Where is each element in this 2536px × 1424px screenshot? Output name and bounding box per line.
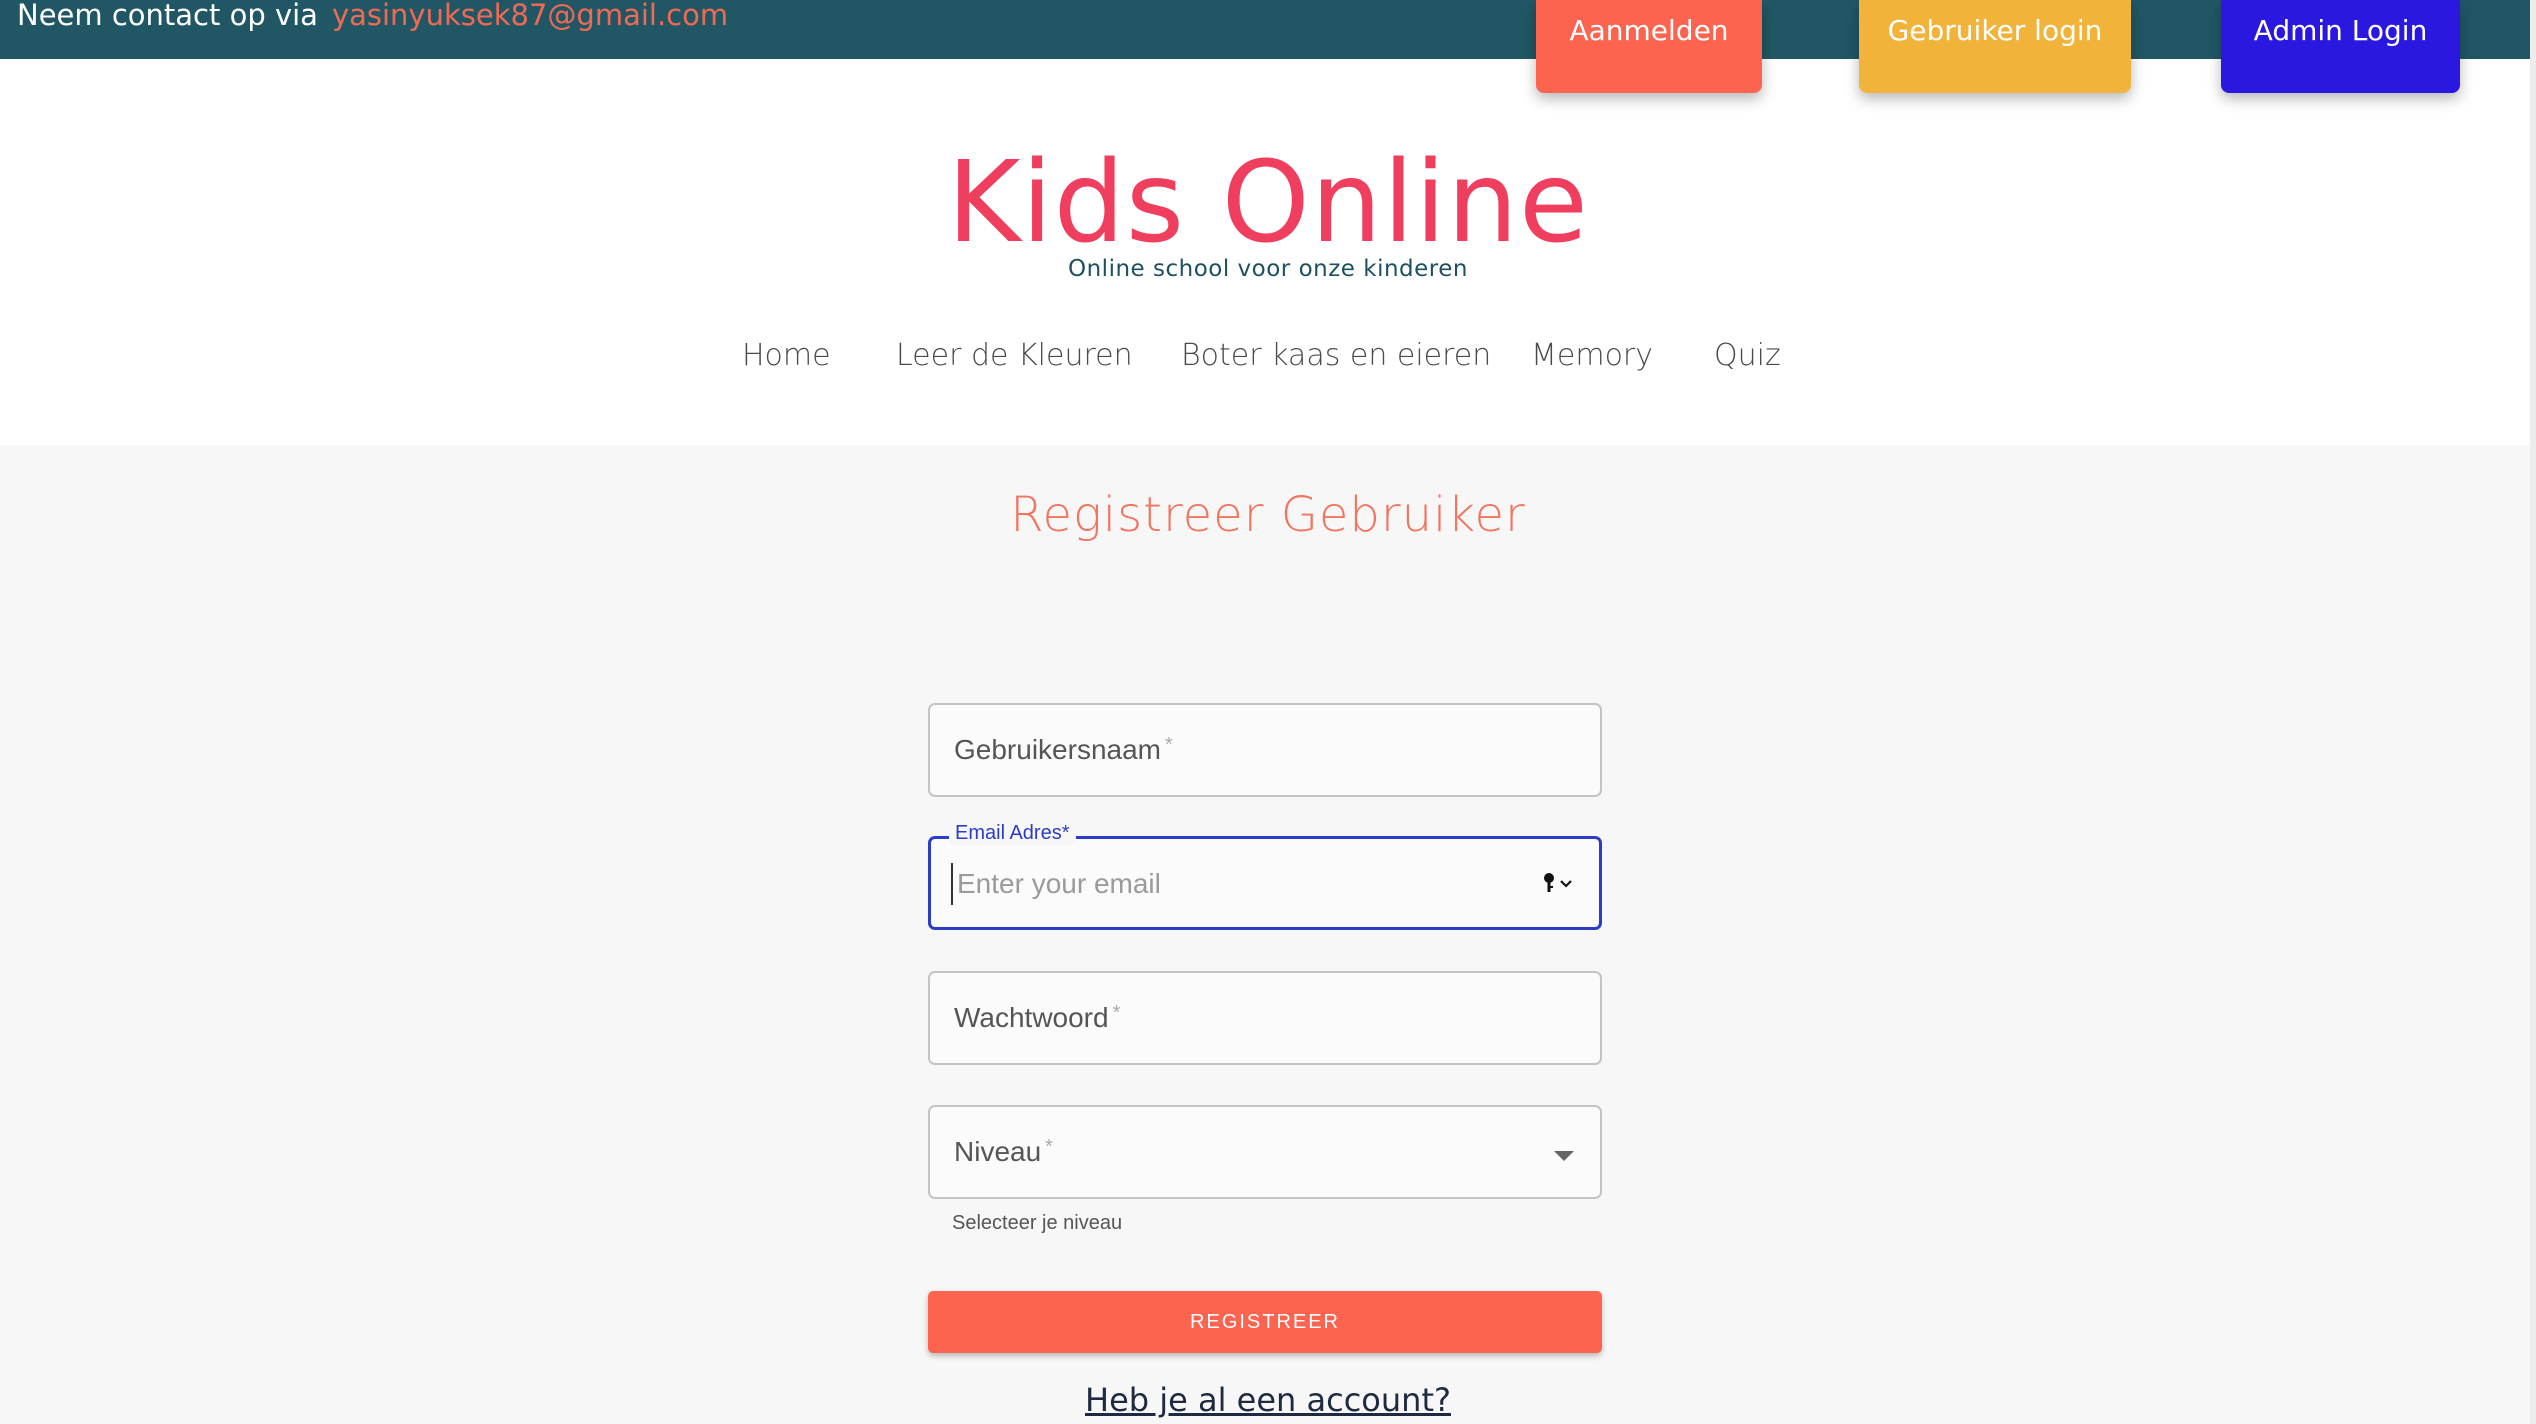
- required-mark: *: [1164, 734, 1173, 756]
- password-label: Wachtwoord *: [954, 1002, 1121, 1033]
- username-field[interactable]: Gebruikersnaam *: [928, 703, 1602, 797]
- site-subtitle: Online school voor onze kinderen: [1068, 256, 1468, 282]
- contact-info: Neem contact op via yasinyuksek87@gmail.c…: [17, 0, 728, 30]
- level-label: Niveau *: [954, 1136, 1053, 1167]
- contact-bar: Neem contact op via yasinyuksek87@gmail.c…: [0, 0, 2536, 59]
- required-mark: *: [1112, 1002, 1121, 1024]
- registration-section: Registreer Gebruiker Gebruikersnaam * Ema…: [0, 445, 2536, 1424]
- email-field[interactable]: Email Adres*: [928, 822, 1602, 930]
- gebruiker-login-button[interactable]: Gebruiker login: [1859, 0, 2131, 93]
- email-input[interactable]: [951, 863, 1519, 905]
- chevron-down-icon[interactable]: [1554, 1151, 1574, 1161]
- required-mark: *: [1061, 822, 1070, 844]
- contact-email-link[interactable]: yasinyuksek87@gmail.com: [332, 0, 728, 32]
- admin-login-button[interactable]: Admin Login: [2221, 0, 2460, 93]
- nav-item-leer-de-kleuren[interactable]: Leer de Kleuren: [896, 338, 1133, 373]
- main-nav: Home Leer de Kleuren Boter kaas en eiere…: [0, 338, 2536, 382]
- password-field[interactable]: Wachtwoord *: [928, 971, 1602, 1065]
- form-title: Registreer Gebruiker: [1010, 487, 1526, 543]
- username-label: Gebruikersnaam *: [954, 734, 1173, 765]
- nav-item-quiz[interactable]: Quiz: [1714, 338, 1781, 373]
- required-mark: *: [1045, 1136, 1053, 1158]
- register-button[interactable]: REGISTREER: [928, 1291, 1602, 1353]
- aanmelden-button[interactable]: Aanmelden: [1536, 0, 1762, 93]
- email-label: Email Adres*: [949, 822, 1076, 845]
- nav-item-boter-kaas-en-eieren[interactable]: Boter kaas en eieren: [1181, 338, 1491, 373]
- level-select[interactable]: Niveau *: [928, 1105, 1602, 1199]
- level-helper-text: Selecteer je niveau: [952, 1212, 1123, 1234]
- site-title[interactable]: Kids Online: [0, 138, 2536, 268]
- page-scrollbar[interactable]: [2530, 0, 2536, 1424]
- password-manager-key-icon[interactable]: [1541, 869, 1575, 897]
- nav-item-home[interactable]: Home: [742, 338, 831, 373]
- login-link[interactable]: Heb je al een account?: [0, 1381, 2536, 1419]
- contact-text: Neem contact op via: [17, 0, 318, 32]
- nav-item-memory[interactable]: Memory: [1531, 338, 1653, 373]
